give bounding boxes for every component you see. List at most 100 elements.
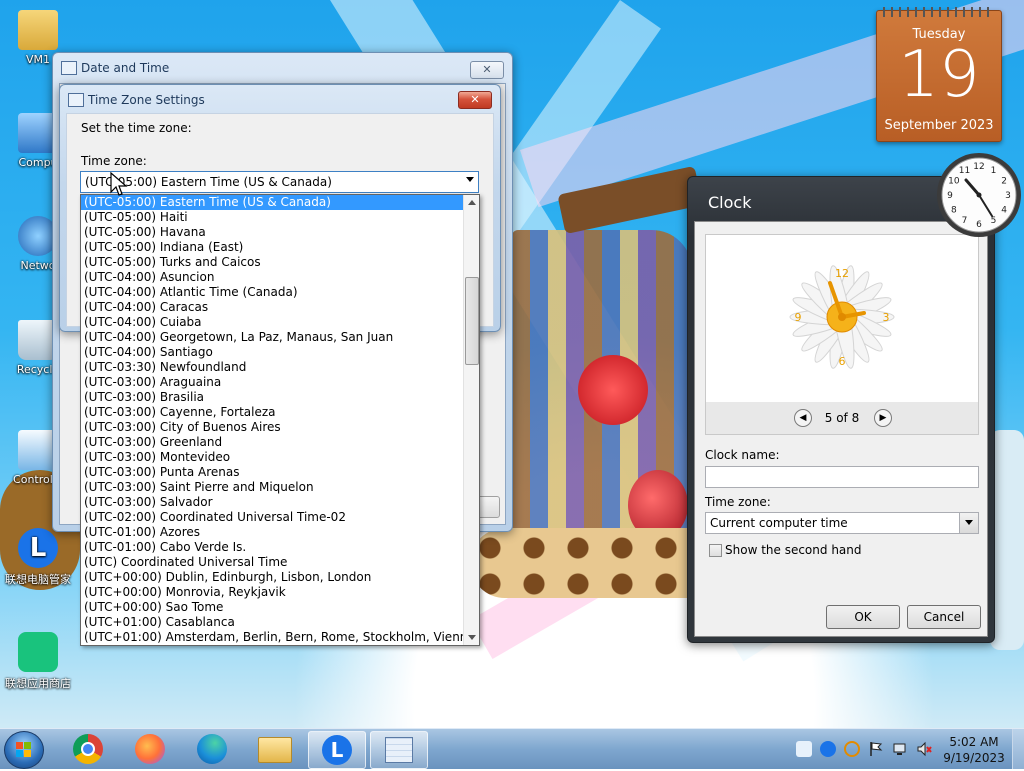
time-zone-option[interactable]: (UTC-03:30) Newfoundland	[81, 360, 466, 375]
scroll-up-arrow-icon[interactable]	[468, 200, 476, 205]
clock-numeral: 10	[948, 177, 960, 187]
daisy-clock-icon: 12 3 6 9	[789, 265, 895, 369]
clock-name-label: Clock name:	[705, 448, 780, 462]
firefox-icon	[135, 734, 165, 764]
time-zone-option[interactable]: (UTC-03:00) Cayenne, Fortaleza	[81, 405, 466, 420]
close-button[interactable]: ✕	[458, 91, 492, 109]
tray-network-icon[interactable]	[892, 741, 908, 757]
time-zone-option[interactable]: (UTC-03:00) Brasilia	[81, 390, 466, 405]
lenovo-manager-icon: L	[322, 735, 352, 765]
time-zone-option[interactable]: (UTC) Coordinated Universal Time	[81, 555, 466, 570]
clock-dialog-body: 12 3 6 9 ◀ 5 of 8 ▶ Clock name: Time zon…	[694, 221, 988, 637]
time-zone-option[interactable]: (UTC-03:00) City of Buenos Aires	[81, 420, 466, 435]
folder-icon	[258, 737, 292, 763]
time-zone-option[interactable]: (UTC-01:00) Azores	[81, 525, 466, 540]
time-zone-option[interactable]: (UTC-03:00) Salvador	[81, 495, 466, 510]
time-zone-option[interactable]: (UTC-05:00) Indiana (East)	[81, 240, 466, 255]
time-zone-title: Time Zone Settings	[88, 93, 205, 107]
clock-numeral: 1	[991, 166, 997, 176]
time-zone-field-label: Time zone:	[81, 154, 147, 168]
close-button[interactable]: ✕	[470, 61, 504, 79]
taskbar-chrome[interactable]	[60, 731, 116, 767]
time-zone-option[interactable]: (UTC-05:00) Eastern Time (US & Canada)	[81, 195, 466, 210]
time-zone-option[interactable]: (UTC-03:00) Araguaina	[81, 375, 466, 390]
svg-text:12: 12	[835, 267, 849, 280]
calendar-gadget[interactable]: Tuesday 19 September 2023	[876, 7, 1002, 142]
next-clock-button[interactable]: ▶	[874, 409, 892, 427]
clock-numeral: 2	[1001, 177, 1007, 187]
clock-numeral: 8	[951, 206, 957, 216]
clock-timezone-select[interactable]: Current computer time	[705, 512, 979, 534]
time-zone-select[interactable]: (UTC-05:00) Eastern Time (US & Canada)	[80, 171, 479, 193]
time-zone-option[interactable]: (UTC-01:00) Cabo Verde Is.	[81, 540, 466, 555]
tray-flag-icon[interactable]	[868, 741, 884, 757]
chevron-down-icon[interactable]	[959, 513, 978, 533]
scroll-down-arrow-icon[interactable]	[468, 635, 476, 640]
chrome-icon	[73, 734, 103, 764]
time-zone-option[interactable]: (UTC-04:00) Santiago	[81, 345, 466, 360]
show-desktop-button[interactable]	[1012, 729, 1024, 769]
clock-name-input[interactable]	[705, 466, 979, 488]
time-zone-option[interactable]: (UTC-03:00) Greenland	[81, 435, 466, 450]
taskbar-file-explorer[interactable]	[246, 731, 302, 767]
time-zone-option[interactable]: (UTC-03:00) Montevideo	[81, 450, 466, 465]
windows-logo-icon	[16, 742, 31, 757]
time-zone-option[interactable]: (UTC-04:00) Caracas	[81, 300, 466, 315]
second-hand-checkbox[interactable]	[709, 544, 722, 557]
taskbar-firefox[interactable]	[122, 731, 178, 767]
desktop-icon-label: 联想应用商店	[5, 677, 71, 690]
desktop-icon-label: VM1	[25, 53, 50, 66]
taskbar-clock[interactable]: 5:02 AM 9/19/2023	[942, 734, 1006, 766]
taskbar-edge[interactable]	[184, 731, 240, 767]
tray-volume-muted-icon[interactable]	[916, 741, 932, 757]
clock-numeral: 12	[973, 162, 984, 172]
time-zone-option[interactable]: (UTC-05:00) Havana	[81, 225, 466, 240]
time-zone-option[interactable]: (UTC-04:00) Atlantic Time (Canada)	[81, 285, 466, 300]
analog-clock-icon: 12 12 3 45678 9 1011	[937, 153, 1021, 237]
mouse-cursor-icon	[110, 172, 128, 196]
taskbar-date-and-time[interactable]	[370, 731, 428, 769]
time-zone-option[interactable]: (UTC-04:00) Georgetown, La Paz, Manaus, …	[81, 330, 466, 345]
calendar-clock-icon	[61, 61, 77, 75]
desktop-icon-lenovo-store[interactable]: 联想应用商店	[0, 632, 76, 691]
chevron-down-icon[interactable]	[466, 177, 474, 182]
svg-text:9: 9	[795, 311, 802, 324]
date-and-time-titlebar: Date and Time ✕	[53, 53, 512, 81]
time-zone-option[interactable]: (UTC+01:00) Amsterdam, Berlin, Bern, Rom…	[81, 630, 475, 645]
time-zone-option[interactable]: (UTC-04:00) Asuncion	[81, 270, 466, 285]
clock-gadget[interactable]: 12 1 2 3 4 5 6 7 8 9 10 11	[934, 150, 1024, 240]
lenovo-manager-icon: L	[18, 528, 58, 568]
time-zone-dropdown-list[interactable]: (UTC-05:00) Eastern Time (US & Canada) (U…	[80, 194, 480, 646]
time-zone-option[interactable]: (UTC-05:00) Haiti	[81, 210, 466, 225]
cancel-button[interactable]: Cancel	[907, 605, 981, 629]
svg-text:6: 6	[839, 355, 846, 368]
taskbar-lenovo-manager[interactable]: L	[308, 731, 366, 769]
lenovo-store-icon	[18, 632, 58, 672]
ok-button[interactable]: OK	[826, 605, 900, 629]
tray-search-icon[interactable]	[844, 741, 860, 757]
wallpaper-right-edge	[990, 430, 1024, 650]
taskbar-date: 9/19/2023	[943, 751, 1005, 765]
taskbar-time: 5:02 AM	[949, 735, 999, 749]
time-zone-option[interactable]: (UTC-03:00) Saint Pierre and Miquelon	[81, 480, 466, 495]
tray-lenovo-icon[interactable]	[820, 741, 836, 757]
time-zone-option[interactable]: (UTC-03:00) Punta Arenas	[81, 465, 466, 480]
clock-dialog-title: Clock	[708, 193, 752, 212]
taskbar: L 5:02 AM 9/19/2023	[0, 728, 1024, 769]
time-zone-option[interactable]: (UTC+01:00) Casablanca	[81, 615, 466, 630]
calendar-month-year: September 2023	[884, 118, 994, 133]
time-zone-option[interactable]: (UTC-05:00) Turks and Caicos	[81, 255, 466, 270]
wallpaper-rose	[578, 355, 648, 425]
time-zone-option[interactable]: (UTC+00:00) Monrovia, Reykjavik	[81, 585, 466, 600]
time-zone-option[interactable]: (UTC-04:00) Cuiaba	[81, 315, 466, 330]
svg-text:3: 3	[883, 311, 890, 324]
desktop-icon-lenovo-manager[interactable]: L 联想电脑管家	[0, 528, 76, 587]
start-button[interactable]	[4, 731, 44, 769]
time-zone-option[interactable]: (UTC+00:00) Sao Tome	[81, 600, 466, 615]
time-zone-option[interactable]: (UTC+00:00) Dublin, Edinburgh, Lisbon, L…	[81, 570, 466, 585]
dropdown-scrollbar[interactable]	[463, 195, 479, 645]
scrollbar-thumb[interactable]	[465, 277, 479, 365]
clock-numeral: 5	[991, 216, 997, 226]
time-zone-option[interactable]: (UTC-02:00) Coordinated Universal Time-0…	[81, 510, 466, 525]
tray-shield-icon[interactable]	[796, 741, 812, 757]
